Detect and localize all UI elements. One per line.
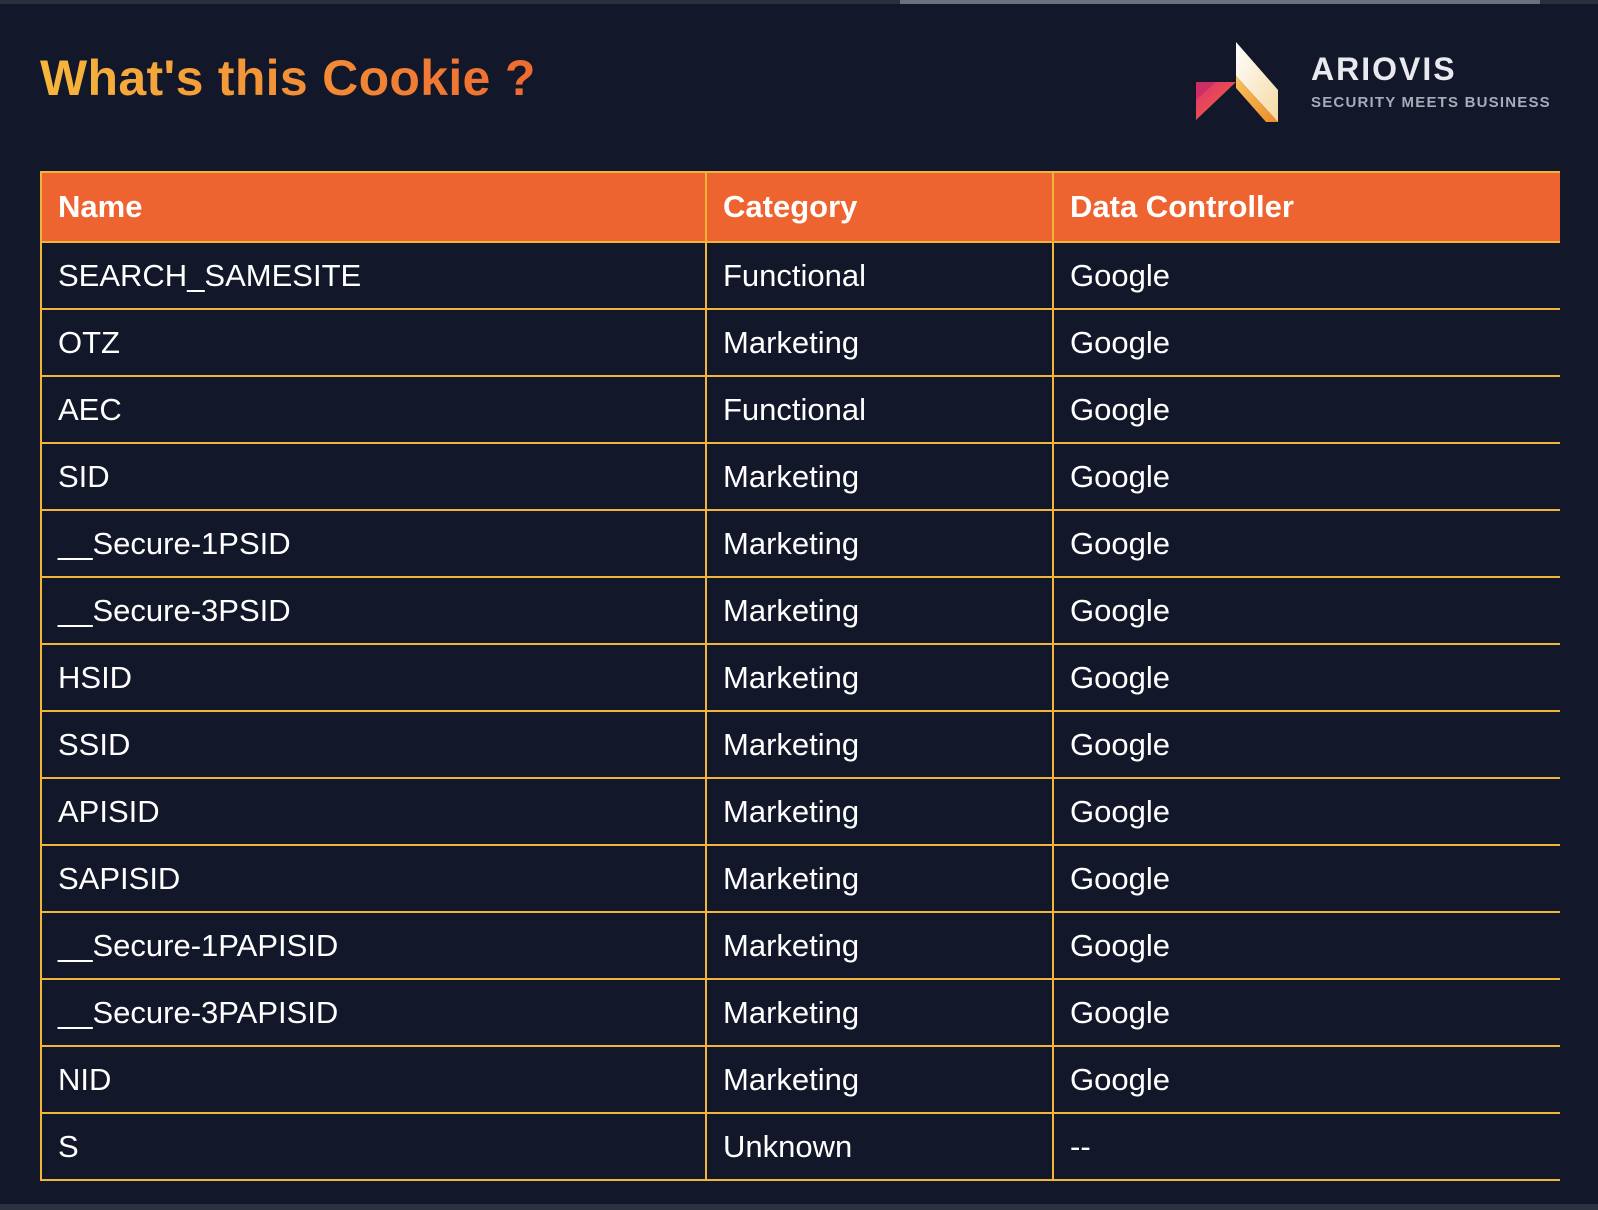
cell-category: Unknown (705, 1112, 1054, 1181)
table-row: NID Marketing Google (40, 1045, 1560, 1114)
cell-name: SSID (40, 710, 707, 779)
cookie-table: Name Category Data Controller SEARCH_SAM… (40, 171, 1560, 1181)
cell-category: Marketing (705, 710, 1054, 779)
cell-data-controller: Google (1052, 643, 1560, 712)
cell-data-controller: Google (1052, 576, 1560, 645)
cell-data-controller: Google (1052, 442, 1560, 511)
table-row: __Secure-3PSID Marketing Google (40, 576, 1560, 645)
cell-category: Marketing (705, 509, 1054, 578)
cell-data-controller: Google (1052, 978, 1560, 1047)
cell-category: Marketing (705, 576, 1054, 645)
table-row: S Unknown -- (40, 1112, 1560, 1181)
cell-name: HSID (40, 643, 707, 712)
page-title: What's this Cookie ? (40, 44, 536, 112)
ariovis-logo-icon (1196, 42, 1278, 122)
cell-data-controller: Google (1052, 241, 1560, 310)
cell-category: Marketing (705, 978, 1054, 1047)
cell-name: OTZ (40, 308, 707, 377)
table-row: OTZ Marketing Google (40, 308, 1560, 377)
window-top-highlight (900, 0, 1540, 4)
cell-category: Marketing (705, 308, 1054, 377)
cell-name: S (40, 1112, 707, 1181)
cell-data-controller: -- (1052, 1112, 1560, 1181)
cell-category: Functional (705, 241, 1054, 310)
table-header-row: Name Category Data Controller (40, 171, 1560, 243)
cell-data-controller: Google (1052, 308, 1560, 377)
table-row: __Secure-1PSID Marketing Google (40, 509, 1560, 578)
brand-tagline: SECURITY MEETS BUSINESS (1311, 94, 1551, 111)
brand-logo: ARIOVIS SECURITY MEETS BUSINESS (1196, 42, 1556, 128)
cell-name: __Secure-1PAPISID (40, 911, 707, 980)
cell-data-controller: Google (1052, 777, 1560, 846)
window-top-edge (0, 0, 1598, 4)
cell-data-controller: Google (1052, 844, 1560, 913)
table-row: AEC Functional Google (40, 375, 1560, 444)
cell-category: Marketing (705, 1045, 1054, 1114)
cell-category: Marketing (705, 643, 1054, 712)
cell-category: Marketing (705, 844, 1054, 913)
cell-data-controller: Google (1052, 509, 1560, 578)
cell-category: Functional (705, 375, 1054, 444)
window-bottom-edge (0, 1204, 1598, 1210)
column-header-data-controller: Data Controller (1052, 171, 1560, 243)
cell-category: Marketing (705, 442, 1054, 511)
table-row: APISID Marketing Google (40, 777, 1560, 846)
cell-name: NID (40, 1045, 707, 1114)
cell-name: __Secure-3PSID (40, 576, 707, 645)
table-row: HSID Marketing Google (40, 643, 1560, 712)
column-header-name: Name (40, 171, 707, 243)
cell-data-controller: Google (1052, 911, 1560, 980)
table-row: SEARCH_SAMESITE Functional Google (40, 241, 1560, 310)
brand-name: ARIOVIS (1311, 51, 1457, 87)
cell-category: Marketing (705, 777, 1054, 846)
table-row: SSID Marketing Google (40, 710, 1560, 779)
cell-name: AEC (40, 375, 707, 444)
table-row: __Secure-1PAPISID Marketing Google (40, 911, 1560, 980)
cookie-table-container: Name Category Data Controller SEARCH_SAM… (40, 171, 1560, 1205)
cell-name: __Secure-1PSID (40, 509, 707, 578)
cell-category: Marketing (705, 911, 1054, 980)
cell-name: SAPISID (40, 844, 707, 913)
cookie-info-page: What's this Cookie ? ARIOVIS SECURITY ME… (0, 0, 1598, 1210)
cell-data-controller: Google (1052, 1045, 1560, 1114)
cell-name: SID (40, 442, 707, 511)
table-row: SID Marketing Google (40, 442, 1560, 511)
column-header-category: Category (705, 171, 1054, 243)
cell-data-controller: Google (1052, 375, 1560, 444)
cell-name: SEARCH_SAMESITE (40, 241, 707, 310)
cell-data-controller: Google (1052, 710, 1560, 779)
cell-name: APISID (40, 777, 707, 846)
table-row: __Secure-3PAPISID Marketing Google (40, 978, 1560, 1047)
cell-name: __Secure-3PAPISID (40, 978, 707, 1047)
table-row: SAPISID Marketing Google (40, 844, 1560, 913)
